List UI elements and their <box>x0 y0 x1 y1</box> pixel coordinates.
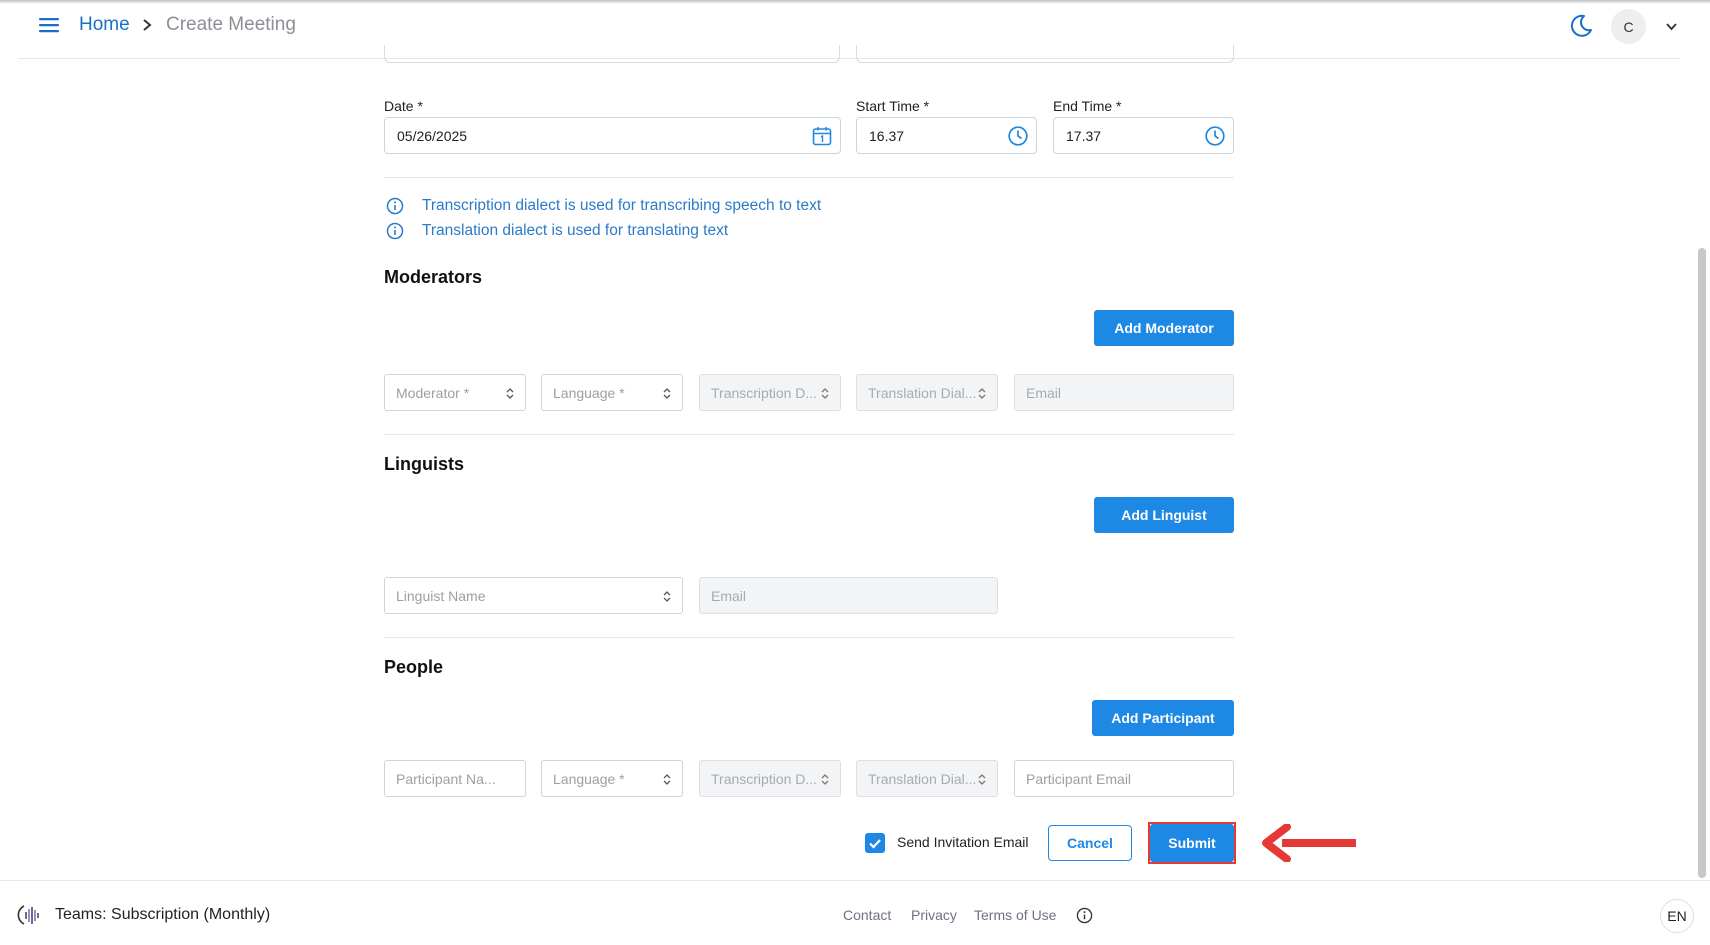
select-updown-icon <box>821 774 829 785</box>
send-invitation-checkbox[interactable] <box>865 833 885 853</box>
participant-email-placeholder: Participant Email <box>1026 770 1132 787</box>
select-updown-icon <box>663 774 671 785</box>
select-updown-icon <box>978 388 986 399</box>
participant-name-field[interactable]: Participant Na... <box>384 760 526 797</box>
moderator-translation-select: Translation Dial... <box>856 374 998 411</box>
moderator-email-field: Email <box>1014 374 1234 411</box>
clipped-field-right <box>856 45 1234 63</box>
moderator-language-select[interactable]: Language * <box>541 374 683 411</box>
add-moderator-button[interactable]: Add Moderator <box>1094 310 1234 346</box>
cancel-button[interactable]: Cancel <box>1048 825 1132 861</box>
checkmark-icon <box>869 839 881 849</box>
translation-placeholder: Translation Dial... <box>868 384 977 401</box>
select-updown-icon <box>821 388 829 399</box>
breadcrumb-home[interactable]: Home <box>79 14 130 36</box>
info-translation: Translation dialect is used for translat… <box>386 222 728 240</box>
select-updown-icon <box>506 388 514 399</box>
participant-translation-select: Translation Dial... <box>856 760 998 797</box>
footer: Teams: Subscription (Monthly) Contact Pr… <box>0 880 1710 945</box>
breadcrumb-current: Create Meeting <box>166 14 296 35</box>
info-icon <box>386 197 404 215</box>
select-updown-icon <box>978 774 986 785</box>
divider <box>384 434 1234 435</box>
transcription-placeholder: Transcription D... <box>711 384 818 401</box>
app-logo-icon <box>17 905 39 925</box>
red-arrow-icon <box>1262 824 1356 862</box>
info-icon[interactable] <box>1076 907 1093 924</box>
moderators-title: Moderators <box>384 267 483 287</box>
end-time-field[interactable]: 17.37 <box>1053 117 1234 154</box>
moderator-placeholder: Moderator * <box>396 384 470 401</box>
linguists-title: Linguists <box>384 454 464 474</box>
end-time-label: End Time * <box>1053 98 1122 114</box>
info-icon <box>386 222 404 240</box>
info-transcription: Transcription dialect is used for transc… <box>386 197 821 215</box>
send-invitation-label: Send Invitation Email <box>897 834 1029 850</box>
transcription-placeholder: Transcription D... <box>711 770 818 787</box>
menu-icon[interactable] <box>38 14 60 36</box>
participant-email-field[interactable]: Participant Email <box>1014 760 1234 797</box>
linguist-name-placeholder: Linguist Name <box>396 587 486 604</box>
add-linguist-button[interactable]: Add Linguist <box>1094 497 1234 533</box>
participant-language-select[interactable]: Language * <box>541 760 683 797</box>
chevron-right-icon <box>143 19 152 31</box>
language-placeholder: Language * <box>553 384 625 401</box>
participant-name-placeholder: Participant Na... <box>396 770 496 787</box>
date-field[interactable]: 05/26/2025 <box>384 117 841 154</box>
info-translation-text: Translation dialect is used for translat… <box>422 222 729 239</box>
date-label: Date * <box>384 98 423 114</box>
divider <box>384 637 1234 638</box>
start-time-label: Start Time * <box>856 98 930 114</box>
chevron-down-icon[interactable] <box>1665 20 1678 33</box>
select-updown-icon <box>663 591 671 602</box>
email-placeholder: Email <box>711 587 747 604</box>
start-time-field[interactable]: 16.37 <box>856 117 1037 154</box>
linguist-name-select[interactable]: Linguist Name <box>384 577 683 614</box>
dark-mode-moon-icon[interactable] <box>1568 13 1594 39</box>
email-placeholder: Email <box>1026 384 1062 401</box>
scrollbar[interactable] <box>1698 248 1706 878</box>
clipped-field-left <box>384 45 840 63</box>
divider <box>384 177 1234 178</box>
info-transcription-text: Transcription dialect is used for transc… <box>422 197 822 214</box>
moderator-transcription-select: Transcription D... <box>699 374 841 411</box>
clock-icon[interactable] <box>1007 125 1029 147</box>
privacy-link[interactable]: Privacy <box>911 907 957 923</box>
select-updown-icon <box>663 388 671 399</box>
language-switcher[interactable]: EN <box>1660 899 1694 933</box>
team-subscription: Teams: Subscription (Monthly) <box>55 906 271 923</box>
translation-placeholder: Translation Dial... <box>868 770 977 787</box>
linguist-email-field: Email <box>699 577 998 614</box>
date-value: 05/26/2025 <box>397 127 468 144</box>
contact-link[interactable]: Contact <box>843 907 891 923</box>
submit-button[interactable]: Submit <box>1150 824 1234 862</box>
people-title: People <box>384 657 444 677</box>
moderator-select[interactable]: Moderator * <box>384 374 526 411</box>
app-header: Home Create Meeting C <box>18 0 1680 59</box>
add-participant-button[interactable]: Add Participant <box>1092 700 1234 736</box>
clock-icon[interactable] <box>1204 125 1226 147</box>
avatar[interactable]: C <box>1611 9 1646 44</box>
language-placeholder: Language * <box>553 770 625 787</box>
participant-transcription-select: Transcription D... <box>699 760 841 797</box>
calendar-icon[interactable] <box>811 125 833 147</box>
submit-highlight: Submit <box>1148 822 1236 864</box>
terms-link[interactable]: Terms of Use <box>974 907 1056 923</box>
